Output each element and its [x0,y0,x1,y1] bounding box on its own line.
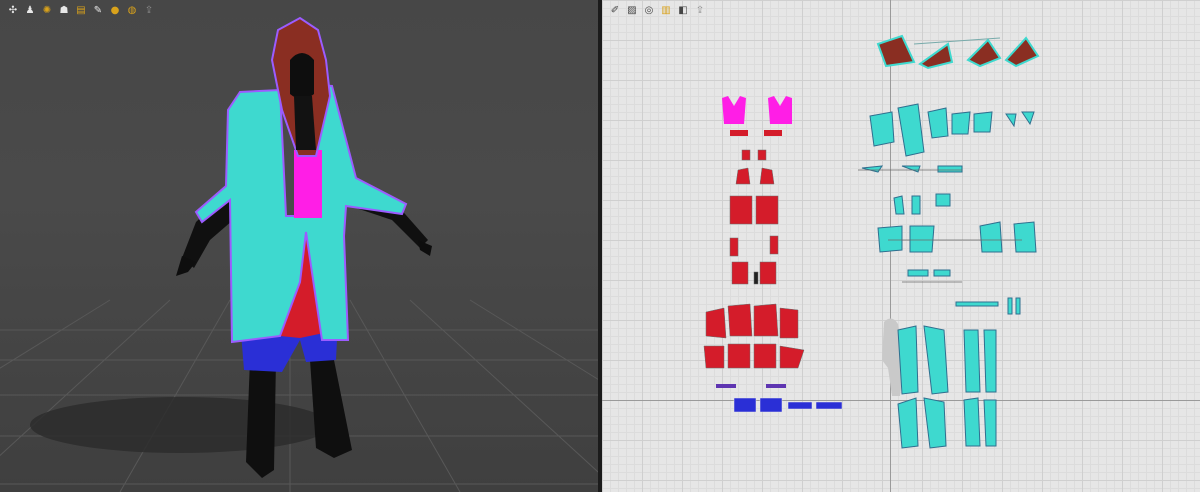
export-icon[interactable]: ⇪ [142,4,156,18]
hood-patterns [876,34,1040,70]
3d-scene [0,16,598,492]
pattern-pieces [703,34,1040,449]
avatar-head [290,53,314,99]
avatar-display-icon[interactable]: ♟ [23,4,37,18]
top-patterns [722,96,792,136]
leggings-patterns [733,397,843,413]
skin-tone-icon[interactable]: ● [108,4,122,18]
annotation-icon[interactable]: ◧ [676,4,690,18]
avatar-leg-right [310,360,352,458]
sewing-line-icon[interactable]: ▥ [659,4,673,18]
texture-display-icon[interactable]: ▤ [74,4,88,18]
top-shirt [294,150,322,218]
coat-patterns [861,103,1037,449]
fabric-render-icon[interactable]: ◍ [125,4,139,18]
pattern-tool-icon[interactable]: ✐ [608,4,622,18]
pin-icon[interactable]: ✎ [91,4,105,18]
3d-toolbar: ✣ ♟ ✺ ☗ ▤ ✎ ● ◍ ⇪ [6,4,156,18]
3d-viewport[interactable]: ✣ ♟ ✺ ☗ ▤ ✎ ● ◍ ⇪ [0,0,598,492]
search-pattern-icon[interactable]: ◎ [642,4,656,18]
pants-patterns [703,149,805,369]
trim-patterns [716,384,786,388]
body-display-icon[interactable]: ☗ [57,4,71,18]
2d-pattern-viewport[interactable]: ✐ ▨ ◎ ▥ ◧ ⇪ [602,0,1200,492]
wrench-settings-icon[interactable]: ✣ [6,4,20,18]
avatar-shadow [30,397,330,453]
pattern-display-icon[interactable]: ▨ [625,4,639,18]
simulation-icon[interactable]: ✺ [40,4,54,18]
avatar-leg-left [246,360,276,478]
2d-toolbar: ✐ ▨ ◎ ▥ ◧ ⇪ [608,4,707,18]
export-icon[interactable]: ⇪ [693,4,707,18]
